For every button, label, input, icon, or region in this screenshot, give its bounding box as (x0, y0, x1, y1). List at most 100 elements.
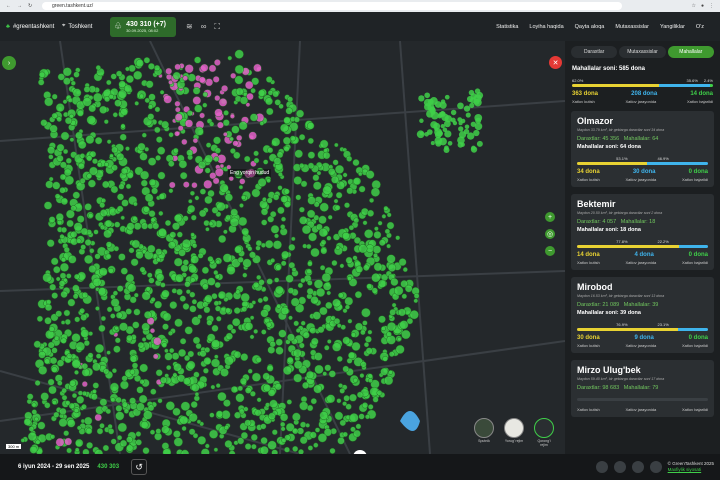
tree-marker[interactable] (104, 219, 113, 228)
tree-marker[interactable] (229, 217, 240, 227)
tree-marker[interactable] (413, 298, 419, 304)
tree-marker[interactable] (391, 302, 397, 308)
tree-marker[interactable] (474, 122, 483, 131)
tree-marker[interactable] (160, 376, 168, 384)
tree-marker[interactable] (178, 348, 187, 357)
tree-marker[interactable] (196, 419, 202, 424)
tree-marker[interactable] (184, 281, 191, 288)
tree-marker[interactable] (174, 130, 180, 137)
city-selector[interactable]: ⌖ Toshkent (62, 23, 110, 30)
tree-marker[interactable] (219, 183, 229, 193)
tree-marker[interactable] (162, 312, 172, 322)
tree-marker[interactable] (184, 64, 194, 74)
tree-marker[interactable] (75, 131, 83, 140)
tree-marker[interactable] (117, 422, 128, 433)
tab-daraxtlar[interactable]: Daraxtlar (571, 46, 618, 58)
tree-marker[interactable] (75, 438, 84, 448)
tree-marker[interactable] (262, 372, 271, 381)
tree-marker[interactable] (310, 398, 317, 405)
tree-marker[interactable] (273, 157, 282, 165)
tree-marker[interactable] (148, 277, 155, 284)
tree-marker[interactable] (79, 307, 85, 314)
tree-marker[interactable] (214, 108, 223, 117)
tree-marker[interactable] (252, 281, 260, 289)
tree-marker[interactable] (100, 198, 106, 204)
tree-marker[interactable] (287, 96, 293, 103)
tree-marker[interactable] (44, 303, 53, 312)
tree-marker[interactable] (173, 437, 183, 447)
tree-marker[interactable] (373, 262, 383, 272)
tree-marker[interactable] (399, 320, 409, 330)
tree-marker[interactable] (102, 180, 110, 189)
tree-marker[interactable] (103, 119, 109, 125)
tree-marker[interactable] (132, 321, 140, 329)
tree-marker[interactable] (205, 142, 212, 148)
tree-marker[interactable] (261, 219, 268, 226)
tree-marker[interactable] (434, 101, 442, 108)
tree-marker[interactable] (70, 205, 77, 212)
tree-marker[interactable] (401, 329, 411, 340)
tree-marker[interactable] (143, 410, 153, 420)
tree-marker[interactable] (226, 265, 236, 275)
tree-marker[interactable] (225, 332, 233, 340)
tree-marker[interactable] (120, 123, 126, 129)
tree-marker[interactable] (335, 164, 345, 174)
tree-marker[interactable] (299, 401, 309, 411)
tree-marker[interactable] (100, 315, 107, 322)
tree-marker[interactable] (201, 266, 210, 274)
tree-marker[interactable] (44, 97, 54, 107)
tree-marker[interactable] (64, 168, 72, 177)
tree-marker[interactable] (161, 120, 170, 129)
tree-marker[interactable] (132, 216, 138, 222)
tree-marker[interactable] (154, 300, 163, 309)
tree-marker[interactable] (125, 273, 135, 283)
tree-marker[interactable] (277, 171, 283, 177)
tree-marker[interactable] (293, 176, 303, 185)
tree-marker[interactable] (214, 274, 221, 280)
tree-marker[interactable] (96, 428, 104, 435)
tree-marker[interactable] (202, 102, 208, 108)
tree-marker[interactable] (157, 171, 166, 180)
tree-marker[interactable] (367, 404, 374, 410)
tree-marker[interactable] (111, 146, 118, 154)
tree-marker[interactable] (354, 291, 363, 299)
tree-marker[interactable] (135, 431, 142, 437)
tree-marker[interactable] (358, 171, 363, 177)
tree-marker[interactable] (267, 90, 274, 96)
tree-marker[interactable] (230, 328, 237, 334)
tree-marker[interactable] (23, 418, 32, 426)
tree-marker[interactable] (476, 140, 483, 147)
tree-marker[interactable] (73, 408, 79, 414)
tree-marker[interactable] (253, 63, 262, 73)
tree-marker[interactable] (229, 136, 234, 142)
tree-marker[interactable] (239, 377, 247, 385)
tree-marker[interactable] (155, 369, 163, 377)
tree-marker[interactable] (386, 212, 392, 218)
tree-marker[interactable] (116, 435, 123, 441)
tree-marker[interactable] (49, 283, 57, 291)
tree-marker[interactable] (255, 240, 262, 247)
tree-marker[interactable] (307, 445, 314, 451)
tree-marker[interactable] (208, 221, 214, 227)
tree-marker[interactable] (139, 93, 145, 99)
tree-marker[interactable] (107, 424, 113, 430)
tree-marker[interactable] (319, 306, 328, 316)
tree-marker[interactable] (82, 97, 92, 107)
fullscreen-icon[interactable]: ⛶ (214, 22, 220, 32)
tree-marker[interactable] (218, 98, 228, 107)
tree-marker[interactable] (381, 214, 387, 219)
tree-marker[interactable] (66, 419, 76, 428)
tree-marker[interactable] (371, 287, 378, 294)
tree-marker[interactable] (205, 78, 214, 87)
tree-marker[interactable] (306, 209, 316, 219)
tree-marker[interactable] (135, 59, 144, 68)
tree-marker[interactable] (237, 385, 244, 392)
tree-marker[interactable] (53, 265, 61, 274)
tree-marker[interactable] (140, 179, 148, 187)
tree-marker[interactable] (211, 339, 221, 349)
tree-marker[interactable] (290, 297, 300, 307)
tree-marker[interactable] (249, 315, 255, 320)
tree-marker[interactable] (312, 181, 322, 190)
tree-marker[interactable] (395, 344, 405, 354)
tree-marker[interactable] (42, 272, 52, 283)
